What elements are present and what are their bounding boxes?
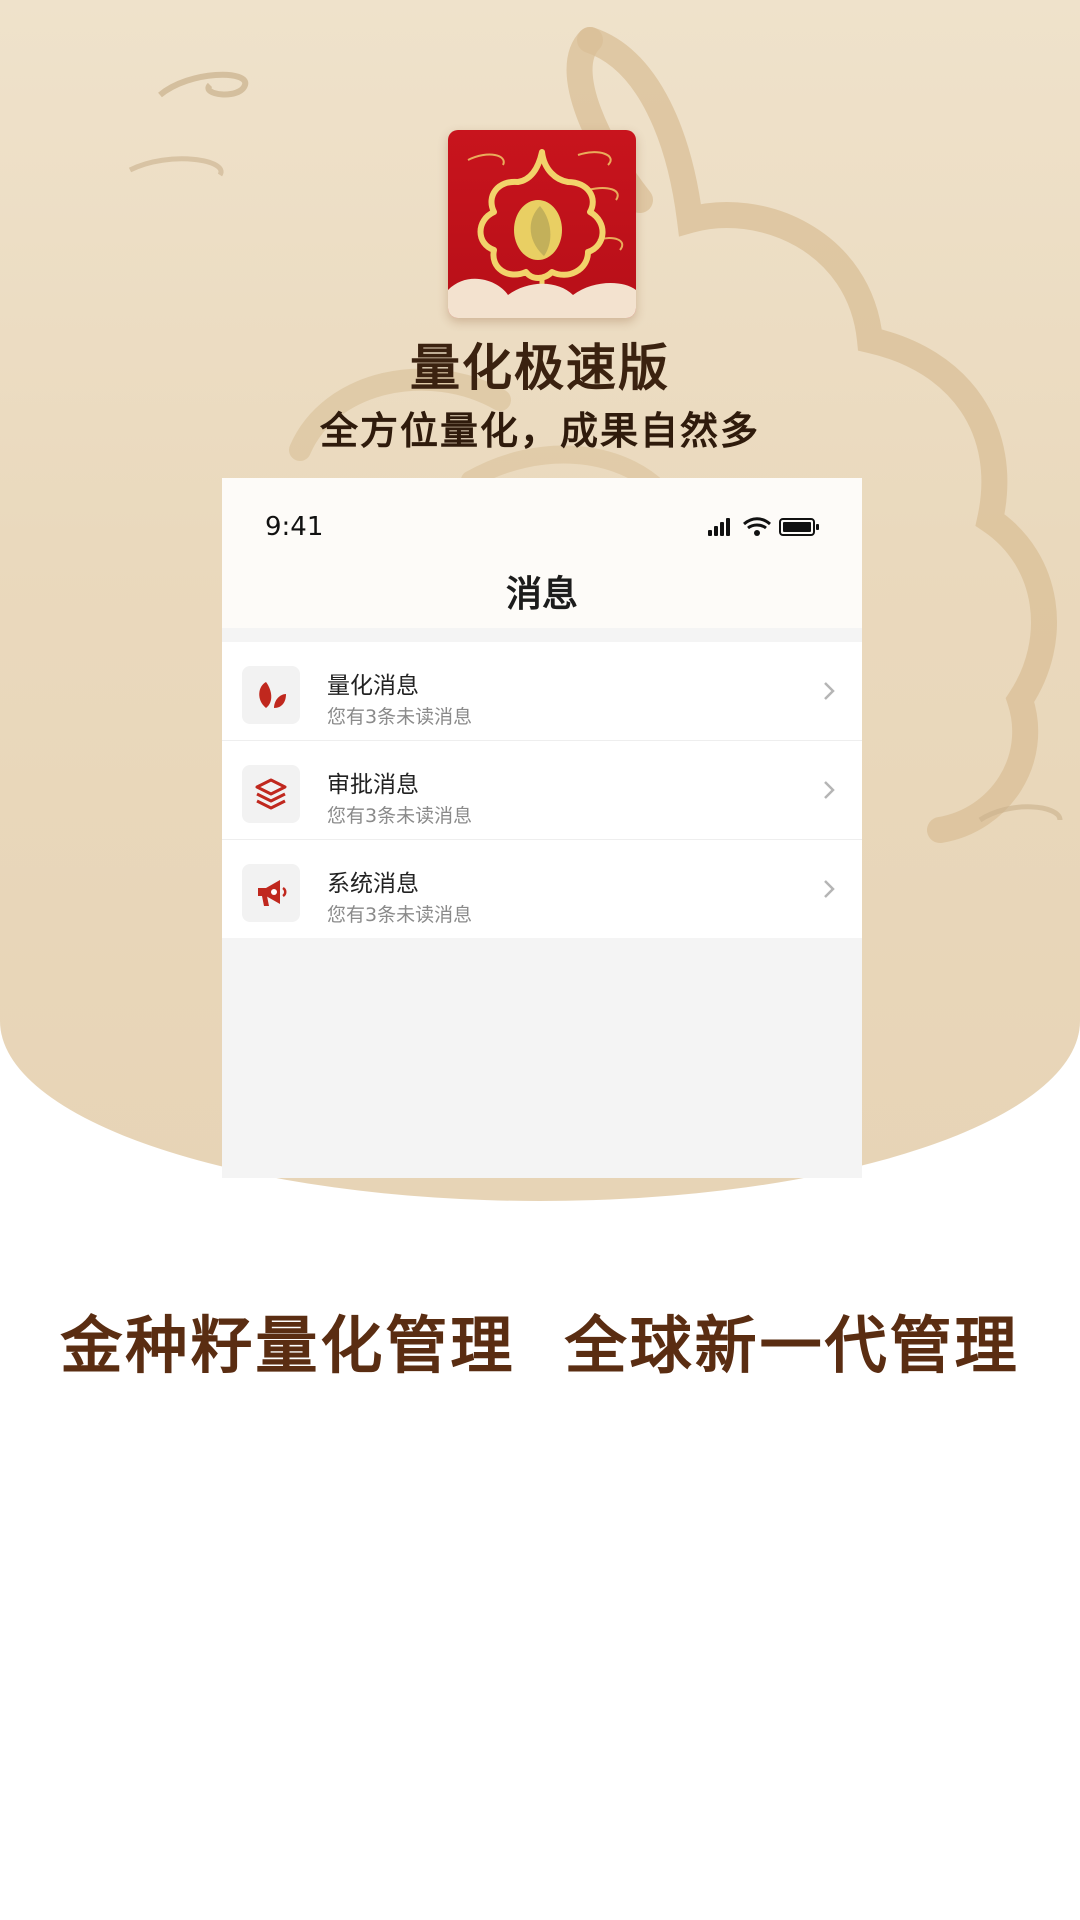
wifi-icon: [743, 517, 771, 536]
message-title: 量化消息: [327, 673, 419, 699]
message-title: 审批消息: [327, 772, 419, 798]
message-subtitle: 您有3条未读消息: [327, 706, 473, 728]
phone-mockup: 9:41 消息 量化消息 您有3条未读消息 审批消息 您有3条未读消息 系统消息…: [222, 478, 862, 1178]
message-subtitle: 您有3条未读消息: [327, 904, 473, 926]
app-subtitle: 全方位量化，成果自然多: [319, 409, 760, 453]
message-title: 系统消息: [327, 871, 419, 897]
status-icons: [708, 516, 820, 544]
app-logo: [448, 130, 636, 318]
message-subtitle: 您有3条未读消息: [327, 805, 473, 827]
chevron-right-icon: [822, 878, 836, 904]
signal-icon: [708, 518, 730, 536]
leaves-icon: [242, 666, 300, 724]
megaphone-icon: [242, 864, 300, 922]
nav-title: 消息: [505, 574, 578, 615]
layers-icon: [242, 765, 300, 823]
list-item-system-messages[interactable]: 系统消息 您有3条未读消息: [222, 840, 862, 938]
nav-bar: 消息: [222, 568, 862, 628]
battery-icon: [779, 518, 819, 536]
chevron-right-icon: [822, 779, 836, 805]
status-bar: 9:41: [222, 478, 862, 568]
app-title: 量化极速版: [410, 339, 670, 397]
list-item-approval-messages[interactable]: 审批消息 您有3条未读消息: [222, 741, 862, 840]
golden-seed-logo-icon: [448, 149, 636, 318]
slogan: 金种籽量化管理 全球新一代管理: [60, 1309, 1020, 1382]
status-time: 9:41: [265, 512, 324, 542]
chevron-right-icon: [822, 680, 836, 706]
list-item-quant-messages[interactable]: 量化消息 您有3条未读消息: [222, 642, 862, 741]
message-list: 量化消息 您有3条未读消息 审批消息 您有3条未读消息 系统消息 您有3条未读消…: [222, 642, 862, 938]
